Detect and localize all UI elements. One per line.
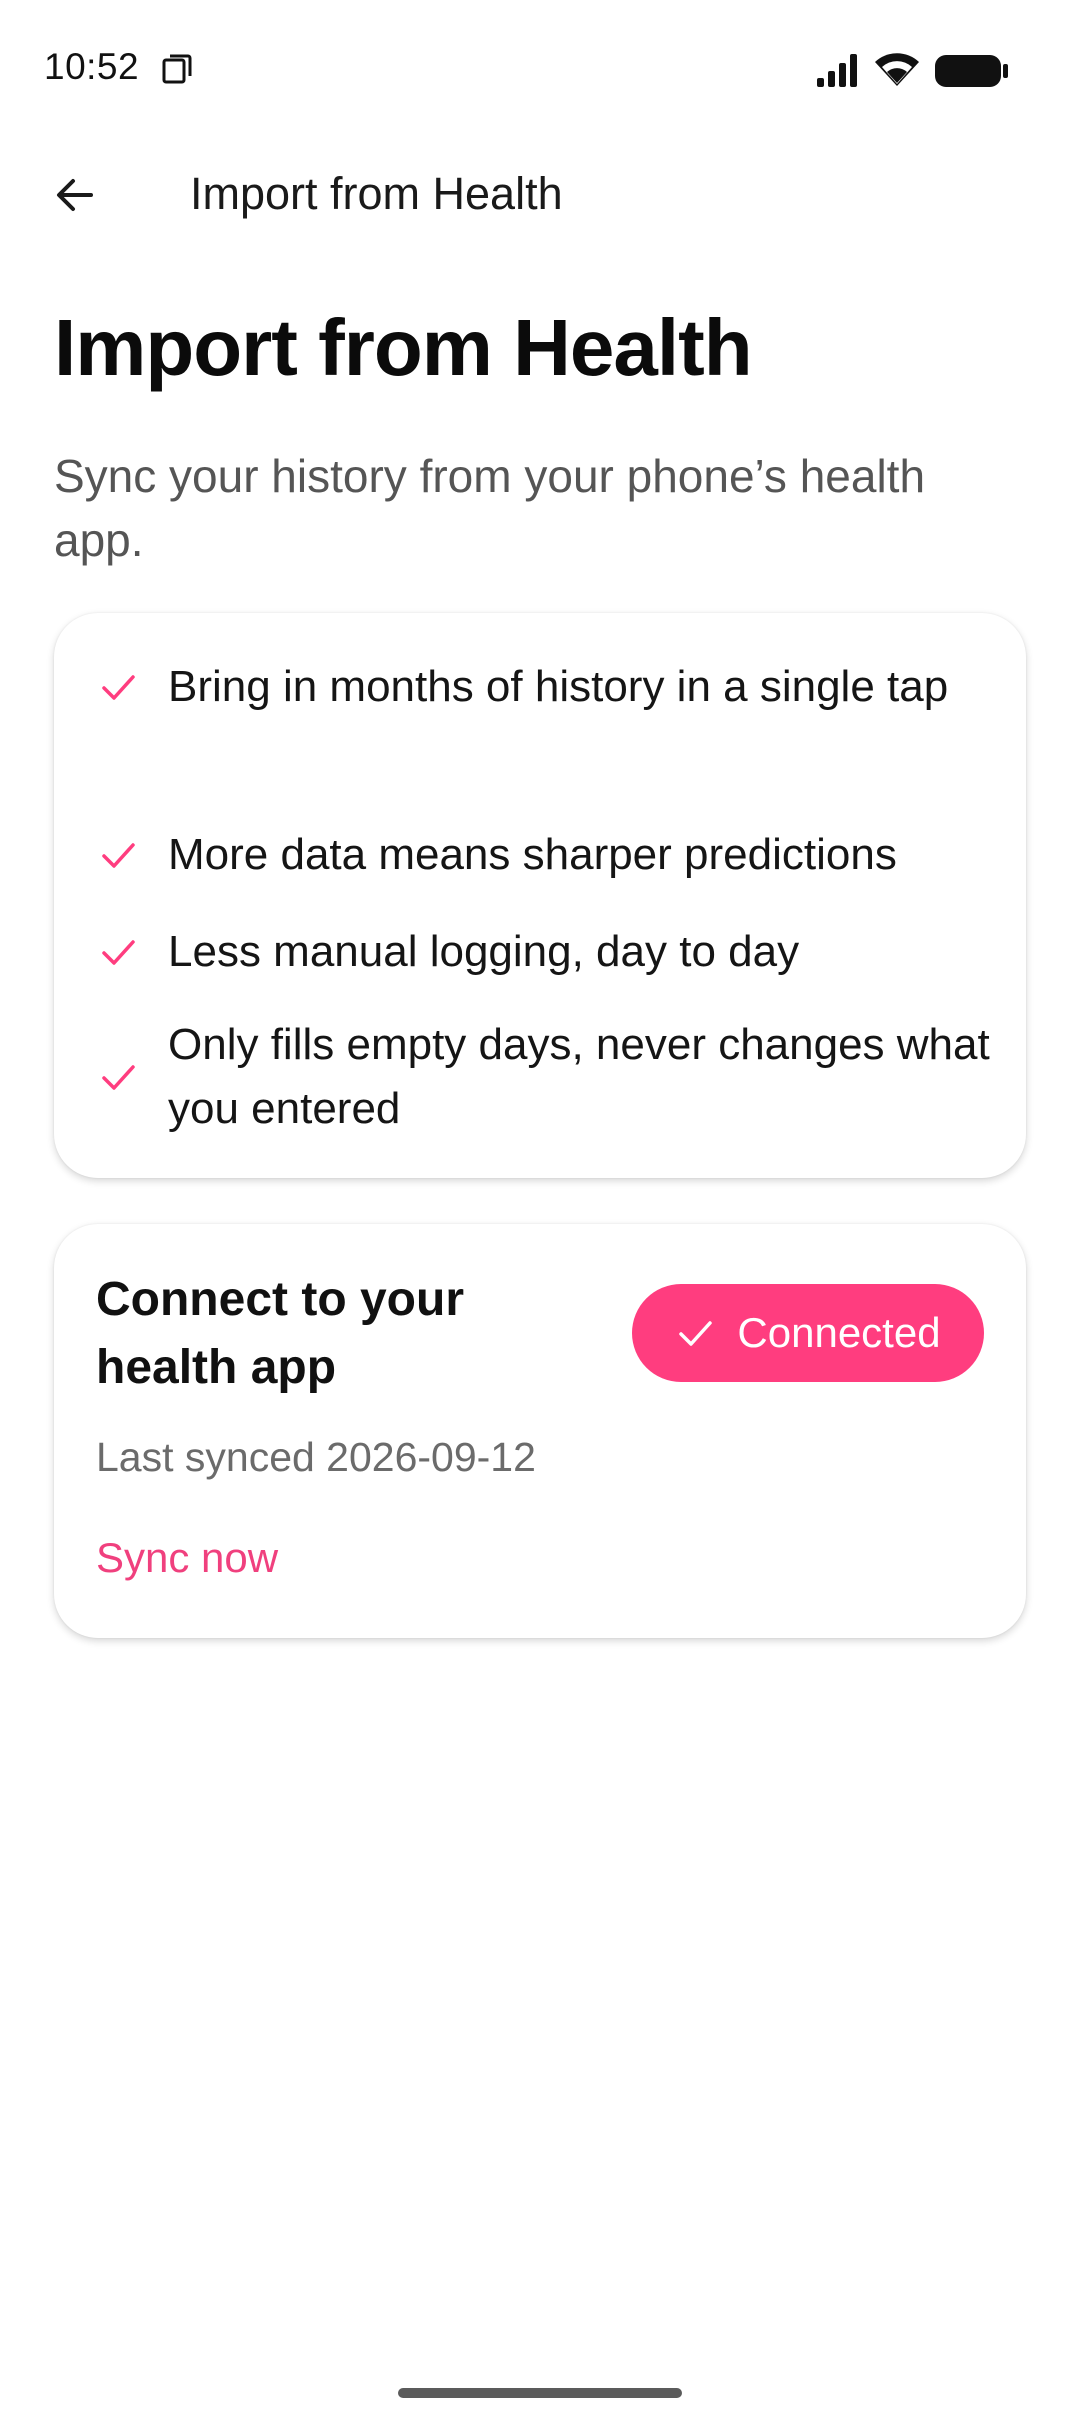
benefit-item: Only fills empty days, never changes wha… [98, 1013, 998, 1141]
benefit-item: More data means sharper predictions [98, 823, 998, 887]
signal-icon [817, 54, 857, 87]
page-subtitle: Sync your history from your phone’s heal… [54, 450, 926, 566]
wifi-icon [875, 53, 919, 86]
page-title: Import from Health [54, 303, 753, 392]
check-icon [102, 940, 135, 965]
benefit-item: Bring in months of history in a single t… [98, 655, 998, 719]
connected-button[interactable]: Connected [632, 1284, 984, 1382]
screen-record-icon [162, 54, 192, 84]
arrow-left-icon [57, 179, 93, 211]
app-bar: Import from Health [0, 140, 1080, 250]
connect-card: Connect to your health app Connected Las… [54, 1224, 1026, 1638]
benefit-label: More data means sharper predictions [168, 830, 897, 879]
sync-now-button[interactable]: Sync now [96, 1534, 278, 1582]
last-synced-text: Last synced 2026-09-12 [96, 1434, 536, 1480]
connect-title: Connect to your health app [96, 1273, 464, 1394]
status-time: 10:52 [44, 46, 140, 87]
check-icon [102, 1065, 135, 1090]
battery-icon [935, 55, 1008, 87]
check-icon [102, 675, 135, 700]
benefit-item: Less manual logging, day to day [98, 920, 998, 984]
status-bar: 10:52 [0, 0, 1080, 140]
benefit-label: Only fills empty days, never changes wha… [168, 1020, 990, 1133]
check-icon [102, 843, 135, 868]
app-bar-title: Import from Health [190, 168, 563, 219]
benefit-label: Less manual logging, day to day [168, 927, 800, 976]
connected-label: Connected [737, 1309, 941, 1356]
home-indicator[interactable] [398, 2388, 682, 2398]
check-icon [679, 1321, 713, 1346]
benefits-card: Bring in months of history in a single t… [54, 613, 1026, 1178]
benefit-label: Bring in months of history in a single t… [168, 662, 949, 711]
back-button[interactable] [30, 160, 120, 230]
